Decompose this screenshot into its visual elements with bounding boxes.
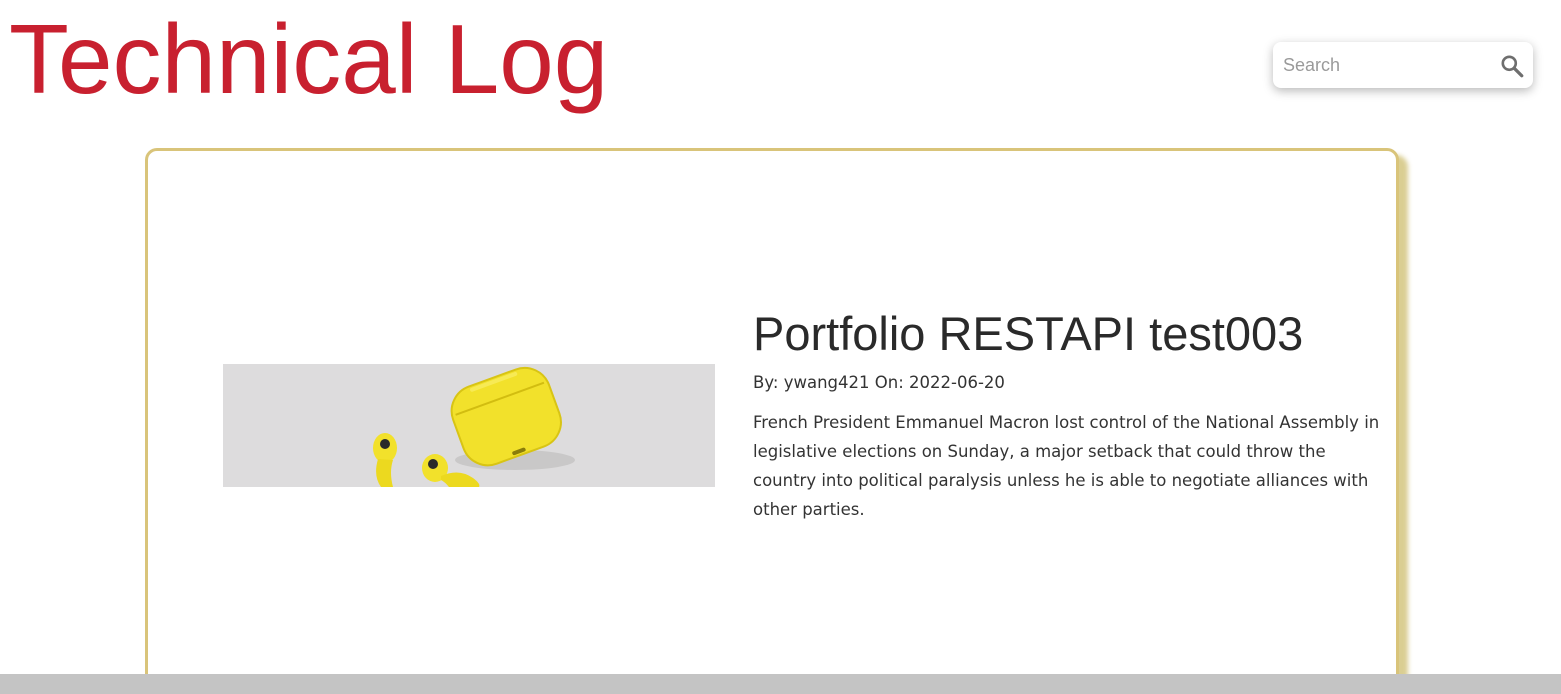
post-meta: By: ywang421 On: 2022-06-20 (753, 371, 1385, 394)
post-image[interactable] (223, 364, 715, 487)
site-title[interactable]: Technical Log (9, 5, 608, 114)
post-excerpt: French President Emmanuel Macron lost co… (753, 413, 1380, 520)
post-content: Portfolio RESTAPI test003 By: ywang421 O… (753, 306, 1385, 524)
post-date: 2022-06-20 (909, 373, 1005, 393)
post-title[interactable]: Portfolio RESTAPI test003 (753, 306, 1385, 362)
post-author: ywang421 (783, 373, 870, 393)
post-card: Portfolio RESTAPI test003 By: ywang421 O… (145, 148, 1399, 694)
search-icon[interactable] (1499, 53, 1525, 79)
search-box (1273, 42, 1533, 88)
meta-by-label: By: (753, 373, 779, 393)
meta-on-label: On: (874, 373, 904, 393)
search-input[interactable] (1273, 42, 1488, 88)
page: Technical Log Search Portfolio RESTAPI t… (0, 0, 1561, 694)
earbuds-image (223, 364, 715, 487)
horizontal-scrollbar[interactable] (0, 674, 1561, 694)
